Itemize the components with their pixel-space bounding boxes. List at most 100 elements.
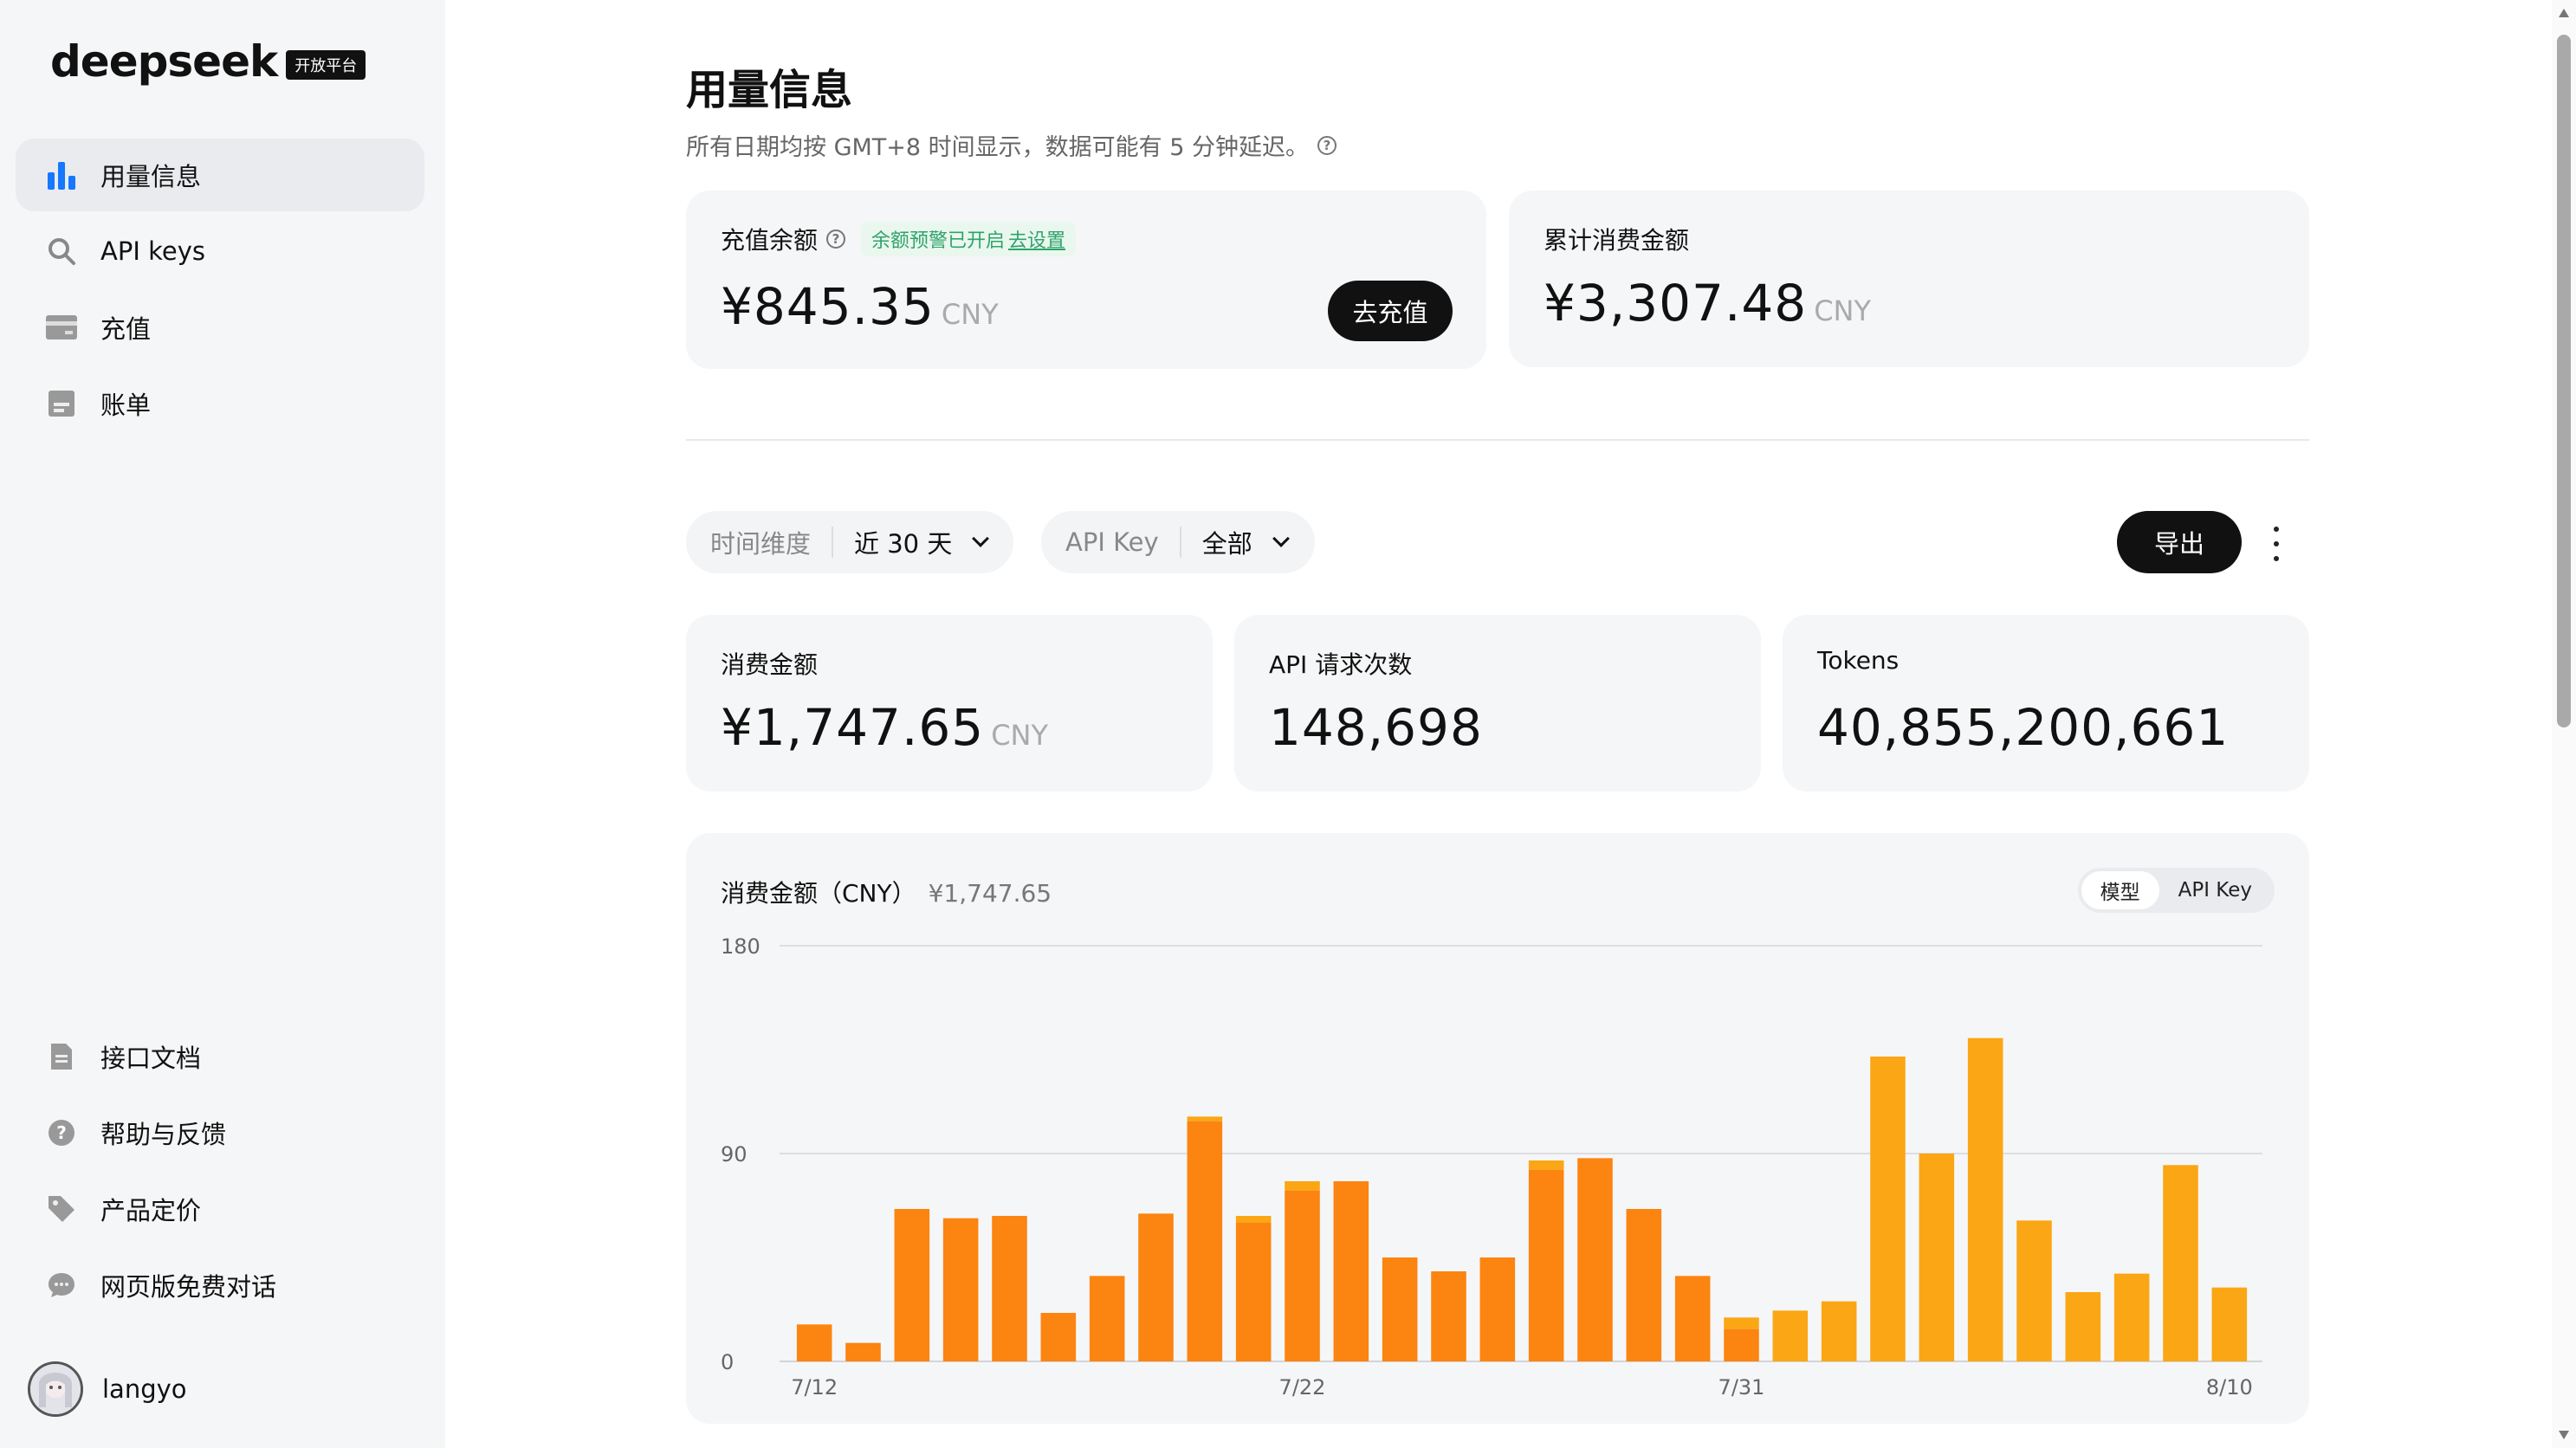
filter-value: 全部 [1201, 529, 1252, 559]
bar-chart-icon [45, 158, 78, 191]
toggle-apikey[interactable]: API Key [2159, 871, 2271, 909]
chart-bar[interactable] [1724, 1317, 1759, 1329]
sidebar-item-pricing[interactable]: 产品定价 [16, 1173, 424, 1245]
sidebar-item-help[interactable]: ? 帮助与反馈 [16, 1096, 424, 1169]
help-icon: ? [45, 1116, 78, 1149]
bill-icon [45, 387, 78, 420]
chart-bar[interactable] [1528, 1169, 1564, 1361]
sidebar-item-api-keys[interactable]: API keys [16, 215, 424, 288]
x-tick-label: 7/12 [791, 1375, 838, 1400]
filter-label: 时间维度 [710, 529, 812, 559]
apikey-select[interactable]: API Key 全部 [1041, 511, 1315, 573]
app-root: deepseek 开放平台 用量信息 API keys 充值 账单 接口文档 ?… [0, 0, 2576, 1448]
sidebar-item-label: 帮助与反馈 [100, 1120, 227, 1149]
brand-logo[interactable]: deepseek 开放平台 [50, 36, 366, 87]
balance-alert-link[interactable]: 去设置 [1008, 230, 1065, 252]
chart-bar[interactable] [1187, 1121, 1223, 1361]
chart-bar[interactable] [2163, 1165, 2198, 1361]
chart-bar[interactable] [1235, 1216, 1272, 1223]
brand-badge: 开放平台 [286, 50, 366, 80]
chart-bar[interactable] [894, 1209, 930, 1361]
topup-button[interactable]: 去充值 [1328, 281, 1453, 341]
chart-bar[interactable] [2065, 1292, 2101, 1361]
chart-bar[interactable] [1821, 1301, 1857, 1361]
total-spent-card: 累计消费金额 ¥3,307.48 CNY [1509, 191, 2309, 367]
chart-bar[interactable] [1479, 1257, 1516, 1361]
balance-label-row: 充值余额 ? 余额预警已开启 去设置 [721, 222, 1077, 256]
chart-bar[interactable] [1382, 1257, 1418, 1361]
balance-label: 充值余额 [721, 226, 819, 255]
chart-bar[interactable] [1674, 1276, 1711, 1361]
sidebar-item-chat[interactable]: 网页版免费对话 [16, 1249, 424, 1322]
scrollbar[interactable] [2552, 0, 2576, 1448]
total-spent-unit: CNY [1814, 294, 1872, 327]
sidebar-item-bills[interactable]: 账单 [16, 367, 424, 440]
chart-bar[interactable] [1235, 1223, 1272, 1361]
cost-stat-unit: CNY [991, 719, 1049, 752]
toggle-model[interactable]: 模型 [2081, 871, 2159, 909]
chart-bar[interactable] [1089, 1276, 1125, 1361]
chart-bar[interactable] [1919, 1154, 1955, 1361]
export-button[interactable]: 导出 [2117, 511, 2242, 573]
balance-unit: CNY [941, 298, 999, 331]
section-divider [686, 439, 2309, 441]
chart-bar[interactable] [1870, 1057, 1906, 1361]
sidebar-item-label: 网页版免费对话 [100, 1272, 277, 1302]
chart-bar[interactable] [1138, 1213, 1174, 1361]
more-options-icon[interactable] [2271, 527, 2282, 561]
chart-bar[interactable] [1967, 1038, 2003, 1361]
balance-alert-chip: 余额预警已开启 去设置 [861, 222, 1077, 256]
chevron-down-icon [1272, 530, 1290, 547]
chart-bar[interactable] [796, 1324, 832, 1361]
chart-bar[interactable] [1285, 1190, 1320, 1361]
question-icon[interactable]: ? [826, 229, 846, 249]
user-name: langyo [102, 1374, 187, 1404]
y-tick-label: 90 [721, 1142, 748, 1167]
sidebar-item-topup[interactable]: 充值 [16, 291, 424, 364]
chart-bar[interactable] [1772, 1310, 1809, 1361]
sidebar-item-label: 接口文档 [100, 1044, 202, 1073]
tokens-stat-value: 40,855,200,661 [1817, 698, 2230, 757]
x-tick-label: 7/31 [1718, 1375, 1765, 1400]
chart-bar[interactable] [1431, 1271, 1466, 1361]
sidebar: deepseek 开放平台 用量信息 API keys 充值 账单 接口文档 ?… [0, 0, 445, 1448]
avatar [28, 1361, 83, 1417]
x-tick-label: 8/10 [2206, 1375, 2253, 1400]
chart-bar[interactable] [1528, 1160, 1564, 1170]
chart-bar[interactable] [1626, 1209, 1662, 1361]
sidebar-item-docs[interactable]: 接口文档 [16, 1020, 424, 1093]
sidebar-top-nav: 用量信息 API keys 充值 账单 [16, 139, 424, 443]
tag-icon [45, 1193, 78, 1225]
chart-bar[interactable] [1577, 1158, 1613, 1361]
chart-bar[interactable] [845, 1342, 881, 1361]
chart-bar[interactable] [2016, 1220, 2052, 1361]
chart-bar[interactable] [2211, 1287, 2248, 1361]
chart-bar[interactable] [1040, 1313, 1077, 1361]
time-range-select[interactable]: 时间维度 近 30 天 [686, 511, 1013, 573]
chart-bar[interactable] [1724, 1328, 1759, 1361]
filter-separator [832, 527, 834, 558]
chart-bar[interactable] [992, 1216, 1027, 1361]
tokens-stat-card: Tokens 40,855,200,661 [1783, 615, 2309, 792]
tokens-stat-label: Tokens [1817, 646, 1900, 675]
user-profile[interactable]: langyo [28, 1361, 187, 1417]
chart-group-toggle: 模型 API Key [2077, 868, 2275, 913]
scroll-down-arrow-icon[interactable] [2559, 1431, 2569, 1439]
cost-bar-chart: 0 90 180 7/12 7/22 7/31 8/10 [721, 934, 2262, 1400]
total-spent-label: 累计消费金额 [1544, 226, 1690, 255]
sidebar-item-usage[interactable]: 用量信息 [16, 139, 424, 211]
balance-value-row: ¥845.35 CNY [721, 277, 999, 336]
chart-bar[interactable] [1333, 1181, 1369, 1361]
scroll-thumb[interactable] [2557, 35, 2571, 727]
chart-title: 消费金额（CNY） [721, 879, 916, 908]
chart-bar[interactable] [2113, 1273, 2150, 1361]
chart-bar[interactable] [942, 1218, 979, 1361]
sidebar-item-label: 账单 [100, 391, 152, 420]
chart-bar[interactable] [1285, 1181, 1320, 1191]
cost-stat-value-row: ¥1,747.65 CNY [721, 698, 1048, 757]
scroll-up-arrow-icon[interactable] [2559, 9, 2569, 17]
question-icon[interactable]: ? [1317, 135, 1337, 155]
cost-chart-card: 0 90 180 7/12 7/22 7/31 8/10 消费金额（CNY） ¥1,747.6… [686, 833, 2309, 1424]
cost-stat-card: 消费金额 ¥1,747.65 CNY [686, 615, 1213, 792]
chart-bar[interactable] [1187, 1116, 1223, 1122]
